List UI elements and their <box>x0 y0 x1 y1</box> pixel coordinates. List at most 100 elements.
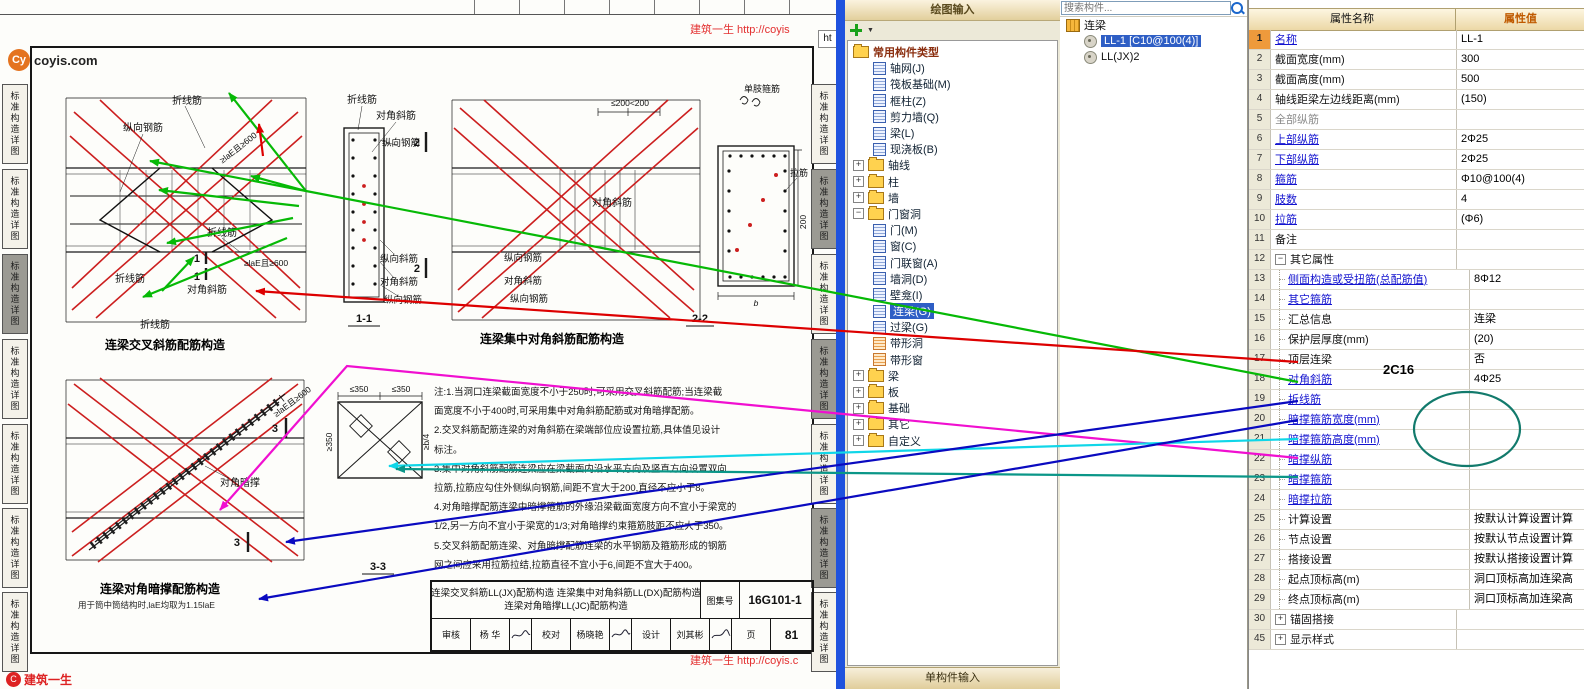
label-zongxianggangjin: 纵向钢筋 <box>123 121 163 134</box>
tree-item-raft-foundation[interactable]: 筏板基础(M) <box>848 76 1057 92</box>
search-input[interactable] <box>1061 1 1231 15</box>
page-number: 81 <box>784 627 799 642</box>
tree-item-beam[interactable]: 梁(L) <box>848 125 1057 141</box>
tree-item-window[interactable]: 窗(C) <box>848 238 1057 254</box>
tree-item-cast-slab[interactable]: 现浇板(B) <box>848 141 1057 157</box>
property-row-bent-bars[interactable]: 19 折线筋 <box>1249 390 1584 410</box>
component-tree-root[interactable]: 连梁 <box>1060 17 1247 33</box>
property-row-all-longitudinal[interactable]: 5 全部纵筋 <box>1249 110 1584 130</box>
tree-item-wall-hole[interactable]: 墙洞(D) <box>848 271 1057 287</box>
property-row-brace-longitudinal[interactable]: 22 暗撑纵筋 <box>1249 450 1584 470</box>
property-row-summary-info[interactable]: 15 汇总信息 连梁 <box>1249 310 1584 330</box>
label-zongxianggangjin: 纵向钢筋 <box>510 293 548 305</box>
property-group-other[interactable]: 12− 其它属性 <box>1249 250 1584 270</box>
tree-item-shear-wall[interactable]: 剪力墙(Q) <box>848 109 1057 125</box>
label-duijiaoxiejin: 对角斜筋 <box>376 109 416 122</box>
property-group-display-style[interactable]: 45 + 显示样式 <box>1249 630 1584 650</box>
property-row-start-top-elevation[interactable]: 28 起点顶标高(m) 洞口顶标高加连梁高 <box>1249 570 1584 590</box>
label-zhexianjin: 折线筋 <box>207 226 237 239</box>
component-item-lljx2[interactable]: LL(JX)2 <box>1060 49 1247 65</box>
add-component-icon[interactable] <box>850 24 862 36</box>
tree-folder-beam[interactable]: + 梁 <box>848 367 1057 384</box>
expand-icon[interactable]: + <box>853 192 864 204</box>
label-zhexianjin: 折线筋 <box>172 94 202 107</box>
wall-icon <box>873 110 886 124</box>
property-row-name[interactable]: 1 名称 LL-1 <box>1249 30 1584 50</box>
tree-item-coupling-beam[interactable]: 连梁(G) <box>848 303 1057 320</box>
tree-folder-column[interactable]: + 柱 <box>848 173 1057 190</box>
signature-scribble <box>710 619 732 650</box>
tree-folder-openings[interactable]: − 门窗洞 <box>848 205 1057 222</box>
label-danzhigujin: 单肢箍筋 <box>744 83 780 94</box>
expand-icon[interactable]: + <box>853 176 864 188</box>
tree-folder-foundation[interactable]: + 基础 <box>848 400 1057 416</box>
label-zhexianjin: 折线筋 <box>115 272 145 285</box>
tree-folder-wall[interactable]: + 墙 <box>848 189 1057 206</box>
property-row-other-stirrup[interactable]: 14 其它箍筋 <box>1249 290 1584 310</box>
tree-item-door[interactable]: 门(M) <box>848 222 1057 238</box>
search-icon[interactable] <box>1231 2 1243 14</box>
property-row-calc-settings[interactable]: 25 计算设置 按默认计算设置计算 <box>1249 510 1584 530</box>
grid-icon <box>873 61 886 75</box>
expand-icon[interactable]: + <box>853 435 864 447</box>
property-row-lap-settings[interactable]: 27 搭接设置 按默认搭接设置计算 <box>1249 550 1584 570</box>
property-row-section-height[interactable]: 3 截面高度(mm) 500 <box>1249 70 1584 90</box>
property-row-bottom-bars[interactable]: 7 下部纵筋 2Φ25 <box>1249 150 1584 170</box>
tree-folder-slab[interactable]: + 板 <box>848 384 1057 400</box>
expand-icon[interactable]: + <box>853 386 864 398</box>
tree-folder-axis[interactable]: + 轴线 <box>848 157 1057 173</box>
tree-item-common-types[interactable]: 常用构件类型 <box>848 44 1057 60</box>
collapse-icon[interactable]: − <box>1275 254 1286 265</box>
expand-icon[interactable]: + <box>853 402 864 414</box>
property-row-brace-stirrup[interactable]: 23 暗撑箍筋 <box>1249 470 1584 490</box>
tree-item-axis-grid[interactable]: 轴网(J) <box>848 60 1057 76</box>
property-row-top-floor-beam[interactable]: 17 顶层连梁否 <box>1249 350 1584 370</box>
title-block-titles: 连梁交叉斜筋LL(JX)配筋构造 连梁集中对角斜筋LL(DX)配筋构造 连梁对角… <box>432 582 701 619</box>
tree-item-strip-hole[interactable]: 带形洞 <box>848 335 1057 351</box>
chevron-down-icon[interactable]: ▼ <box>867 27 874 34</box>
property-row-end-top-elevation[interactable]: 29 终点顶标高(m) 洞口顶标高加连梁高 <box>1249 590 1584 610</box>
window-divider[interactable] <box>836 0 845 689</box>
property-row-node-settings[interactable]: 26 节点设置 按默认节点设置计算 <box>1249 530 1584 550</box>
property-row-diagonal-bars[interactable]: 18 对角斜筋 4Φ25 <box>1249 370 1584 390</box>
draw-input-toolbar: ▼ <box>845 21 1060 39</box>
property-row-side-bars[interactable]: 13 侧面构造或受扭筋(总配筋值) 8Φ12 <box>1249 270 1584 290</box>
expand-icon[interactable]: + <box>1275 634 1286 645</box>
property-group-anchor-lap[interactable]: 30 + 锚固搭接 <box>1249 610 1584 630</box>
property-row-section-width[interactable]: 2 截面宽度(mm) 300 <box>1249 50 1584 70</box>
tree-folder-other[interactable]: + 其它 <box>848 416 1057 432</box>
property-row-brace-stirrup-width[interactable]: 20 暗撑箍筋宽度(mm) <box>1249 410 1584 430</box>
property-row-remark[interactable]: 11 备注 <box>1249 230 1584 250</box>
expand-icon[interactable]: + <box>853 159 864 171</box>
expand-icon[interactable]: + <box>1275 614 1286 625</box>
collapse-icon[interactable]: − <box>853 208 864 220</box>
component-item-ll1[interactable]: LL-1 [C10@100(4)] <box>1060 33 1247 49</box>
folder-icon <box>868 367 884 382</box>
dim-200: 200 <box>798 215 808 229</box>
single-component-input-bar[interactable]: 单构件输入 <box>845 667 1060 689</box>
label-duijiaoxiejin: 对角斜筋 <box>380 276 418 288</box>
property-row-tie-bar[interactable]: 10 拉筋 (Φ6) <box>1249 210 1584 230</box>
expand-icon[interactable]: + <box>853 418 864 430</box>
property-row-brace-stirrup-height[interactable]: 21 暗撑箍筋高度(mm) <box>1249 430 1584 450</box>
diagram3-subtitle: 用于筒中筒结构时,laE均取为1.15laE <box>78 600 215 610</box>
tree-item-lintel[interactable]: 过梁(G) <box>848 319 1057 335</box>
tree-folder-custom[interactable]: + 自定义 <box>848 432 1057 449</box>
dim-350: ≥350 <box>324 432 334 451</box>
tree-item-door-window[interactable]: 门联窗(A) <box>848 254 1057 270</box>
property-row-top-bars[interactable]: 6 上部纵筋 2Φ25 <box>1249 130 1584 150</box>
property-row-axis-offset[interactable]: 4 轴线距梁左边线距离(mm) (150) <box>1249 90 1584 110</box>
property-row-cover-thickness[interactable]: 16 保护层厚度(mm) (20) <box>1249 330 1584 350</box>
document-pane: 建筑一生 http://coyis ht Cy coyis.com 标准构造详图… <box>0 0 836 689</box>
component-gear-icon <box>1084 34 1097 48</box>
tree-item-niche[interactable]: 壁龛(I) <box>848 287 1057 303</box>
property-row-brace-tie[interactable]: 24 暗撑拉筋 <box>1249 490 1584 510</box>
component-list-panel: 连梁 LL-1 [C10@100(4)] LL(JX)2 <box>1060 0 1248 689</box>
expand-icon[interactable]: + <box>853 370 864 382</box>
tree-item-frame-column[interactable]: 框柱(Z) <box>848 93 1057 109</box>
slab-icon <box>873 77 886 91</box>
property-row-stirrup[interactable]: 8 箍筋 Φ10@100(4) <box>1249 170 1584 190</box>
tree-item-strip-window[interactable]: 带形窗 <box>848 352 1057 368</box>
niche-icon <box>873 288 886 302</box>
property-row-legs[interactable]: 9 肢数 4 <box>1249 190 1584 210</box>
